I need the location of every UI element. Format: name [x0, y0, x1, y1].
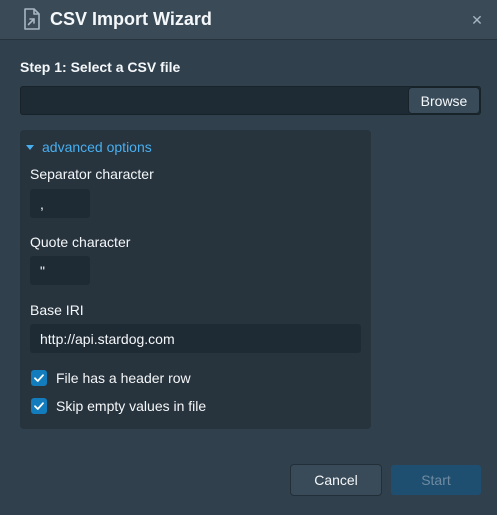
- separator-label: Separator character: [30, 166, 154, 182]
- advanced-options-label: advanced options: [42, 139, 152, 155]
- file-picker: Browse: [20, 86, 481, 115]
- skip-empty-checkbox[interactable]: [31, 398, 47, 414]
- file-path-input[interactable]: [20, 86, 405, 115]
- dialog-header: CSV Import Wizard ✕: [0, 0, 497, 40]
- skip-empty-label: Skip empty values in file: [56, 398, 207, 414]
- close-icon: ✕: [471, 11, 483, 28]
- step1-label: Step 1: Select a CSV file: [20, 59, 181, 75]
- file-import-icon: [22, 8, 42, 30]
- close-button[interactable]: ✕: [467, 10, 487, 30]
- separator-input[interactable]: [30, 189, 90, 218]
- advanced-options-toggle[interactable]: advanced options: [26, 139, 152, 155]
- checkmark-icon: [34, 402, 44, 410]
- csv-import-dialog: CSV Import Wizard ✕ Step 1: Select a CSV…: [0, 0, 497, 515]
- base-iri-label: Base IRI: [30, 302, 84, 318]
- header-row-checkbox-row[interactable]: File has a header row: [31, 370, 191, 386]
- header-row-checkbox[interactable]: [31, 370, 47, 386]
- header-row-label: File has a header row: [56, 370, 191, 386]
- quote-input[interactable]: [30, 256, 90, 285]
- dialog-title: CSV Import Wizard: [50, 9, 212, 29]
- checkmark-icon: [34, 374, 44, 382]
- skip-empty-checkbox-row[interactable]: Skip empty values in file: [31, 398, 206, 414]
- quote-label: Quote character: [30, 234, 131, 250]
- browse-button[interactable]: Browse: [409, 88, 479, 113]
- cancel-button[interactable]: Cancel: [291, 465, 381, 495]
- base-iri-input[interactable]: [30, 324, 361, 353]
- caret-down-icon: [26, 145, 34, 150]
- start-button[interactable]: Start: [391, 465, 481, 495]
- advanced-options-panel: advanced options Separator character Quo…: [20, 130, 371, 429]
